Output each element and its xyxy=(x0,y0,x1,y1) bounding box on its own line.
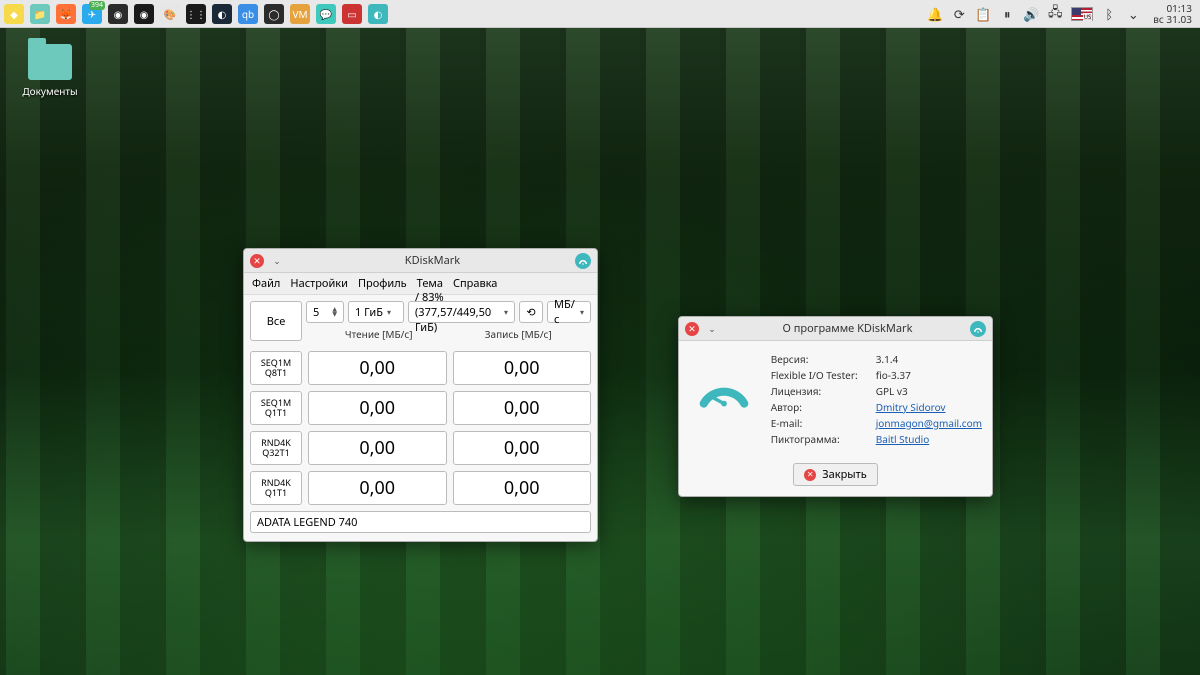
clipboard-icon[interactable]: 📋 xyxy=(975,6,991,22)
target-dropdown[interactable]: / 83% (377,57/449,50 ГиБ) xyxy=(408,301,515,323)
taskbar-app-obs-studio[interactable]: ◉ xyxy=(134,4,154,24)
write-value: 0,00 xyxy=(453,471,592,505)
about-value[interactable]: Dmitry Sidorov xyxy=(876,400,946,414)
close-icon: ✕ xyxy=(804,469,816,481)
taskbar-app-app-circle[interactable]: ◯ xyxy=(264,4,284,24)
menu-настройки[interactable]: Настройки xyxy=(290,276,348,291)
taskbar-app-steam[interactable]: ◐ xyxy=(212,4,232,24)
taskbar-app-davinci[interactable]: ⋮⋮ xyxy=(186,4,206,24)
clock[interactable]: 01:13 вс 31.03 xyxy=(1149,3,1196,25)
about-value: GPL v3 xyxy=(876,384,908,398)
toolbar: Все 5▲▼ 1 ГиБ / 83% (377,57/449,50 ГиБ) … xyxy=(244,295,597,347)
taskbar-app-virt-manager[interactable]: VM xyxy=(290,4,310,24)
about-row: E-mail:jonmagon@gmail.com xyxy=(771,415,982,431)
network-icon[interactable]: 🖧 xyxy=(1047,6,1063,22)
about-app-icon xyxy=(689,351,759,447)
close-button[interactable]: ✕ Закрыть xyxy=(793,463,877,486)
about-value: fio-3.37 xyxy=(876,368,911,382)
volume-icon[interactable]: 🔊 xyxy=(1023,6,1039,22)
menu-файл[interactable]: Файл xyxy=(252,276,280,291)
write-value: 0,00 xyxy=(453,351,592,385)
media-icon[interactable]: ⏸ xyxy=(999,6,1015,22)
read-value: 0,00 xyxy=(308,431,447,465)
taskbar-app-start-logo[interactable]: ◆ xyxy=(4,4,24,24)
read-value: 0,00 xyxy=(308,471,447,505)
unit-dropdown[interactable]: МБ/с xyxy=(547,301,591,323)
bench-run-button-1[interactable]: SEQ1MQ1T1 xyxy=(250,391,302,425)
read-value: 0,00 xyxy=(308,351,447,385)
bench-row: RND4KQ32T10,000,00 xyxy=(250,431,591,465)
about-key: Flexible I/O Tester: xyxy=(771,368,876,382)
taskbar-app-file-manager[interactable]: 📁 xyxy=(30,4,50,24)
folder-icon xyxy=(28,44,72,80)
taskbar-app-kdiskmark[interactable]: ◐ xyxy=(368,4,388,24)
bluetooth-icon[interactable]: ᛒ xyxy=(1101,6,1117,22)
window-close-button[interactable]: ✕ xyxy=(250,254,264,268)
about-value[interactable]: Baitl Studio xyxy=(876,432,930,446)
titlebar[interactable]: ✕ ⌄ KDiskMark xyxy=(244,249,597,273)
about-row: Лицензия:GPL v3 xyxy=(771,383,982,399)
desktop-icon-documents[interactable]: Документы xyxy=(18,44,82,98)
desktop-wallpaper xyxy=(0,0,1200,675)
window-kdiskmark: ✕ ⌄ KDiskMark ФайлНастройкиПрофильТемаСп… xyxy=(243,248,598,542)
updates-icon[interactable]: ⟳ xyxy=(951,6,967,22)
size-dropdown[interactable]: 1 ГиБ xyxy=(348,301,404,323)
tray-expand-icon[interactable]: ⌄ xyxy=(1125,6,1141,22)
bench-row: SEQ1MQ8T10,000,00 xyxy=(250,351,591,385)
about-key: Версия: xyxy=(771,352,876,366)
about-row: Пиктограмма:Baitl Studio xyxy=(771,431,982,447)
bench-row: RND4KQ1T10,000,00 xyxy=(250,471,591,505)
write-value: 0,00 xyxy=(453,431,592,465)
about-key: Автор: xyxy=(771,400,876,414)
about-value: 3.1.4 xyxy=(876,352,899,366)
taskbar-app-chat[interactable]: 💬 xyxy=(316,4,336,24)
menu-профиль[interactable]: Профиль xyxy=(358,276,407,291)
taskbar-app-telegram[interactable]: ✈394 xyxy=(82,4,102,24)
taskbar-app-firefox[interactable]: 🦊 xyxy=(56,4,76,24)
about-key: Пиктограмма: xyxy=(771,432,876,446)
about-key: Лицензия: xyxy=(771,384,876,398)
window-title: KDiskMark xyxy=(290,253,575,268)
app-logo-icon xyxy=(970,321,986,337)
refresh-button[interactable]: ⟲ xyxy=(519,301,543,323)
window-minimize-button[interactable]: ⌄ xyxy=(705,322,719,336)
notifications-icon[interactable]: 🔔 xyxy=(927,6,943,22)
app-logo-icon xyxy=(575,253,591,269)
about-row: Версия:3.1.4 xyxy=(771,351,982,367)
desktop-icon-label: Документы xyxy=(18,84,82,98)
read-value: 0,00 xyxy=(308,391,447,425)
about-value[interactable]: jonmagon@gmail.com xyxy=(876,416,982,430)
titlebar[interactable]: ✕ ⌄ О программе KDiskMark xyxy=(679,317,992,341)
taskbar-app-qbittorrent[interactable]: qb xyxy=(238,4,258,24)
bench-row: SEQ1MQ1T10,000,00 xyxy=(250,391,591,425)
about-row: Автор:Dmitry Sidorov xyxy=(771,399,982,415)
taskbar: ◆ 📁 🦊 ✈394 ◉ ◉ 🎨 ⋮⋮ ◐ qb ◯ VM 💬 ▭ ◐ 🔔 ⟳ 📋 ⏸ 🔊 🖧 US ᛒ ⌄… xyxy=(0,0,1200,28)
bench-run-button-3[interactable]: RND4KQ1T1 xyxy=(250,471,302,505)
bench-run-button-0[interactable]: SEQ1MQ8T1 xyxy=(250,351,302,385)
clock-date: вс 31.03 xyxy=(1153,14,1192,25)
taskbar-app-obs[interactable]: ◉ xyxy=(108,4,128,24)
loops-spinner[interactable]: 5▲▼ xyxy=(306,301,344,323)
about-row: Flexible I/O Tester:fio-3.37 xyxy=(771,367,982,383)
device-name: ADATA LEGEND 740 xyxy=(250,511,591,533)
window-about: ✕ ⌄ О программе KDiskMark Версия:3.1.4Fl… xyxy=(678,316,993,497)
keyboard-layout[interactable]: US xyxy=(1071,7,1093,21)
window-title: О программе KDiskMark xyxy=(725,321,970,336)
window-minimize-button[interactable]: ⌄ xyxy=(270,254,284,268)
taskbar-app-retroarch[interactable]: ▭ xyxy=(342,4,362,24)
window-close-button[interactable]: ✕ xyxy=(685,322,699,336)
bench-run-button-2[interactable]: RND4KQ32T1 xyxy=(250,431,302,465)
write-value: 0,00 xyxy=(453,391,592,425)
taskbar-app-kolourpaint[interactable]: 🎨 xyxy=(160,4,180,24)
about-key: E-mail: xyxy=(771,416,876,430)
about-info-table: Версия:3.1.4Flexible I/O Tester:fio-3.37… xyxy=(771,351,982,447)
run-all-button[interactable]: Все xyxy=(250,301,302,341)
